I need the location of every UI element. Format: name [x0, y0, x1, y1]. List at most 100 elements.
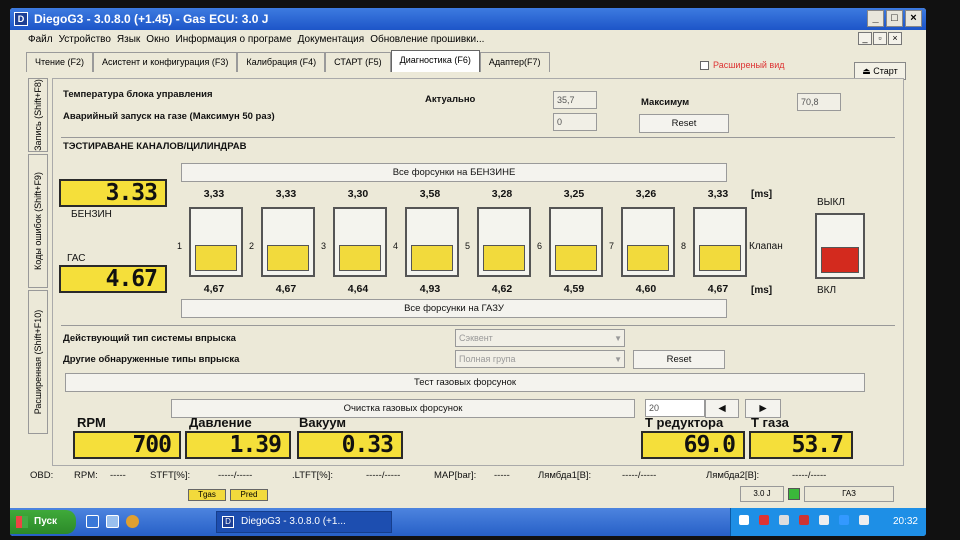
cyl-6-button[interactable]	[549, 207, 603, 277]
side-tab-extended[interactable]: Расширенная (Shift+F10)	[28, 290, 48, 434]
ltft-value: -----/-----	[366, 470, 401, 481]
active-injection-label: Действующий тип системы впрыска	[63, 333, 236, 344]
valve-off-label: ВЫКЛ	[817, 197, 845, 208]
all-gas-button[interactable]: Все форсунки на ГАЗУ	[181, 299, 727, 318]
tab-read[interactable]: Чтение (F2)	[26, 52, 94, 72]
cyl-8-level	[699, 245, 741, 271]
cyl-8-petrol: 3,33	[707, 188, 729, 200]
menu-language[interactable]: Язык	[117, 30, 140, 50]
chevron-down-icon[interactable]: ▼	[614, 352, 622, 368]
tray-icon[interactable]	[759, 515, 769, 525]
valve-label: Клапан	[749, 241, 783, 252]
tray-icon[interactable]	[819, 515, 829, 525]
start-menu-label: Пуск	[34, 516, 58, 527]
active-injection-select[interactable]: Сэквент ▼	[455, 329, 625, 347]
other-injection-select[interactable]: Полная група ▼	[455, 350, 625, 368]
desktop-icon[interactable]	[106, 515, 119, 528]
tray-icon[interactable]	[799, 515, 809, 525]
tray-icon[interactable]	[779, 515, 789, 525]
cyl-6-number: 6	[537, 241, 543, 251]
cyl-4-level	[411, 245, 453, 271]
map-label: MAP[bar]:	[434, 470, 477, 481]
app-icon: D	[14, 12, 28, 26]
menu-bar: Файл Устройство Язык Окно Информация о п…	[10, 30, 926, 50]
menu-device[interactable]: Устройство	[59, 30, 111, 50]
start-menu-button[interactable]: Пуск	[10, 510, 76, 534]
cyl-2-button[interactable]	[261, 207, 315, 277]
cyl-4-button[interactable]	[405, 207, 459, 277]
cyl-2-level	[267, 245, 309, 271]
side-tab-extended-label: Расширенная (Shift+F10)	[33, 309, 43, 415]
valve-on-label: ВКЛ	[817, 285, 837, 296]
lambda2-value: -----/-----	[792, 470, 827, 481]
ie-icon[interactable]	[86, 515, 99, 528]
cyl-2-number: 2	[249, 241, 255, 251]
side-tabs: Запись (Shift+F8) Коды ошибок (Shift+F9)…	[28, 78, 48, 438]
cyl-7-petrol: 3,26	[635, 188, 657, 200]
window-title: DiegoG3 - 3.0.8.0 (+1.45) - Gas ECU: 3.0…	[34, 12, 269, 26]
active-injection-value: Сэквент	[459, 333, 493, 343]
side-tab-record[interactable]: Запись (Shift+F8)	[28, 78, 48, 152]
actual-value-field: 35,7	[553, 91, 597, 109]
divider	[61, 325, 895, 326]
ltft-label: .LTFT[%]:	[292, 470, 333, 481]
cyl-1-button[interactable]	[189, 207, 243, 277]
obd-rpm-value: -----	[110, 470, 126, 481]
tray-icon[interactable]	[859, 515, 869, 525]
cyl-8-button[interactable]	[693, 207, 747, 277]
chrome-icon[interactable]	[126, 515, 139, 528]
side-tab-error-codes[interactable]: Коды ошибок (Shift+F9)	[28, 154, 48, 288]
title-bar: D DiegoG3 - 3.0.8.0 (+1.45) - Gas ECU: 3…	[10, 8, 926, 30]
cyl-3-level	[339, 245, 381, 271]
menu-window[interactable]: Окно	[146, 30, 169, 50]
cyl-1-level	[195, 245, 237, 271]
cyl-5-level	[483, 245, 525, 271]
menu-docs[interactable]: Документация	[298, 30, 365, 50]
app-window: D DiegoG3 - 3.0.8.0 (+1.45) - Gas ECU: 3…	[10, 8, 926, 536]
menu-about[interactable]: Информация о програме	[176, 30, 292, 50]
maximize-icon[interactable]: □	[886, 10, 903, 27]
cyl-5-petrol: 3,28	[491, 188, 513, 200]
cyl-3-gas: 4,64	[347, 283, 369, 295]
menu-firmware[interactable]: Обновление прошивки...	[370, 30, 484, 50]
tab-diagnostics[interactable]: Диагностика (F6)	[390, 50, 480, 72]
gas-injector-test-button[interactable]: Тест газовых форсунок	[65, 373, 865, 392]
ms-unit-top: [ms]	[751, 189, 773, 200]
tab-assistant[interactable]: Асистент и конфигурация (F3)	[93, 52, 238, 72]
extended-view-label: Расширеный вид	[713, 60, 785, 70]
other-injection-label: Другие обнаруженные типы впрыска	[63, 354, 240, 365]
tray-icon[interactable]	[739, 515, 749, 525]
tab-adapter[interactable]: Адаптер(F7)	[479, 52, 550, 72]
cyl-2-petrol: 3,33	[275, 188, 297, 200]
chevron-down-icon[interactable]: ▼	[614, 331, 622, 347]
emergency-start-label: Аварийный запуск на газе (Максимун 50 ра…	[63, 111, 275, 122]
checkbox-icon[interactable]	[700, 60, 709, 70]
menu-file[interactable]: Файл	[28, 30, 53, 50]
minimize-icon[interactable]: _	[867, 10, 884, 27]
tab-calibration[interactable]: Калибрация (F4)	[237, 52, 326, 72]
taskbar-app-button[interactable]: D DiegoG3 - 3.0.8.0 (+1...	[216, 511, 392, 533]
gas-display: 4.67	[59, 265, 167, 293]
ms-unit-bottom: [ms]	[751, 285, 773, 296]
reset-injection-button[interactable]: Reset	[633, 350, 725, 369]
all-petrol-button[interactable]: Все форсунки на БЕНЗИНЕ	[181, 163, 727, 182]
valve-indicator[interactable]	[815, 213, 865, 279]
mdi-minimize-icon[interactable]: _	[858, 32, 872, 45]
windows-flag-icon	[16, 516, 28, 528]
cyl-5-button[interactable]	[477, 207, 531, 277]
reset-max-button[interactable]: Reset	[639, 114, 729, 133]
pred-tag: Pred	[230, 489, 268, 501]
close-icon[interactable]: ×	[905, 10, 922, 27]
cyl-5-number: 5	[465, 241, 471, 251]
start-button-label: Старт	[873, 66, 898, 76]
extended-view-toggle[interactable]: Расширеный вид	[700, 60, 785, 70]
tab-start[interactable]: СТАРТ (F5)	[325, 52, 391, 72]
cyl-7-button[interactable]	[621, 207, 675, 277]
lambda2-label: Лямбда2[В]:	[706, 470, 760, 481]
mode-box: ГАЗ	[804, 486, 894, 502]
tray-icon[interactable]	[839, 515, 849, 525]
mdi-restore-icon[interactable]: ▫	[873, 32, 887, 45]
mdi-close-icon[interactable]: ×	[888, 32, 902, 45]
t-reducer-label: T редуктора	[645, 415, 724, 430]
cyl-3-button[interactable]	[333, 207, 387, 277]
